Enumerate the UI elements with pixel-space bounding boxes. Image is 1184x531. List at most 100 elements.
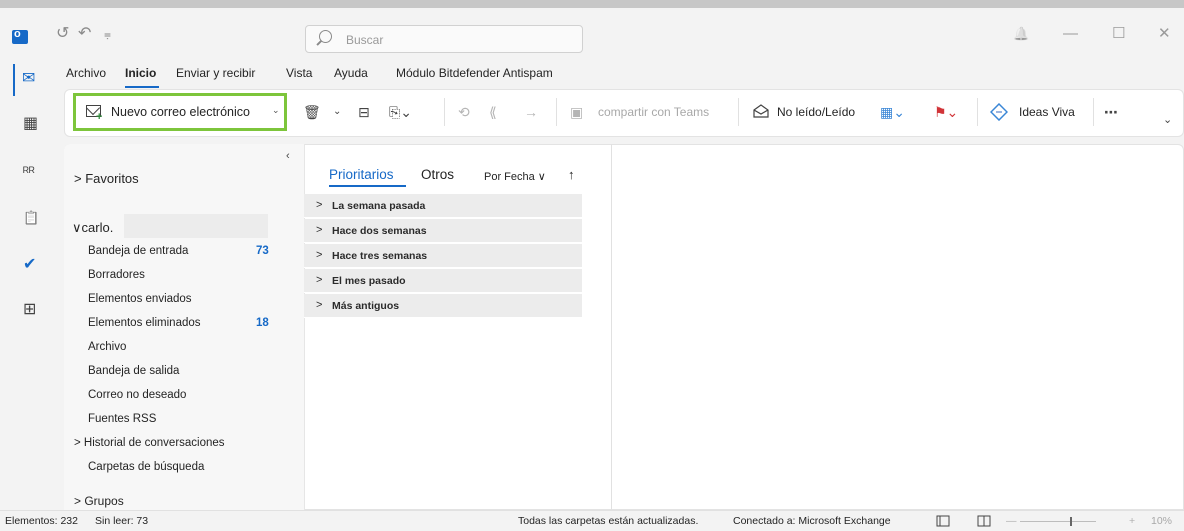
tab-other[interactable]: Otros [421, 167, 454, 182]
more-apps-icon[interactable]: ⊞ [23, 301, 36, 319]
message-group[interactable]: > El mes pasado [304, 269, 582, 293]
maximize-button[interactable]: ☐ [1112, 24, 1125, 44]
message-group-label: Más antiguos [332, 300, 400, 312]
zoom-slider-track[interactable] [1020, 521, 1096, 522]
teams-icon[interactable]: ▣ [570, 104, 583, 120]
folder-drafts[interactable]: Borradores [88, 269, 145, 281]
chevron-right-icon: > [316, 224, 323, 236]
calendar-icon[interactable]: ▦ [23, 115, 38, 133]
zoom-out-button[interactable]: — [1006, 515, 1017, 527]
expand-ribbon-icon[interactable]: ⌄ [1163, 112, 1172, 128]
more-options-icon[interactable]: ⋯ [1104, 104, 1118, 120]
viva-insights-button[interactable]: Ideas Viva [1019, 104, 1075, 120]
folder-outbox[interactable]: Bandeja de salida [88, 365, 179, 377]
folder-inbox[interactable]: Bandeja de entrada [88, 245, 188, 257]
read-unread-icon[interactable] [752, 103, 770, 119]
close-button[interactable]: ✕ [1158, 24, 1171, 44]
message-group-label: Hace dos semanas [332, 225, 427, 237]
folder-conversation-history[interactable]: > Historial de conversaciones [74, 437, 225, 449]
delete-icon[interactable]: 🗑 [303, 104, 321, 120]
send-receive-icon[interactable]: ↺ [56, 24, 69, 44]
zoom-slider-handle[interactable] [1070, 517, 1072, 526]
search-icon [319, 30, 332, 43]
inbox-unread-count: 73 [256, 245, 269, 257]
ribbon-separator [1093, 98, 1094, 126]
tab-enviar-recibir[interactable]: Enviar y recibir [176, 66, 255, 80]
zoom-level: 10% [1151, 515, 1173, 527]
plus-icon: + [96, 111, 103, 123]
folder-search-folders[interactable]: Carpetas de búsqueda [88, 461, 204, 473]
normal-view-icon[interactable] [936, 515, 950, 527]
message-group-label: Hace tres semanas [332, 250, 428, 262]
mail-icon[interactable]: ✉ [22, 70, 35, 88]
undo-icon[interactable]: ↶ [78, 24, 91, 44]
status-bar: Elementos: 232 Sin leer: 73 Todas las ca… [0, 510, 1184, 531]
tab-ayuda[interactable]: Ayuda [334, 66, 368, 80]
ribbon-separator [738, 98, 739, 126]
tab-focused[interactable]: Prioritarios [329, 167, 394, 182]
customize-toolbar-icon[interactable]: ⩦ [104, 24, 111, 44]
account-name-redaction [124, 214, 268, 238]
folder-sent[interactable]: Elementos enviados [88, 293, 192, 305]
ribbon-separator [556, 98, 557, 126]
sort-dropdown[interactable]: Por Fecha ∨ [484, 170, 546, 183]
bell-icon[interactable]: 🔔 [1013, 24, 1029, 44]
ribbon-separator [977, 98, 978, 126]
status-sync: Todas las carpetas están actualizadas. [518, 515, 699, 527]
tab-vista[interactable]: Vista [286, 66, 312, 80]
groups-header[interactable]: > Grupos [74, 494, 124, 508]
new-mail-label: Nuevo correo electrónico [111, 105, 250, 119]
chevron-right-icon: > [316, 274, 323, 286]
tab-archivo[interactable]: Archivo [66, 66, 106, 80]
chevron-right-icon: > [316, 249, 323, 261]
move-icon[interactable]: ⎘⌄ [389, 104, 412, 120]
chevron-right-icon: > [316, 199, 323, 211]
message-group-label: La semana pasada [332, 200, 426, 212]
read-unread-button[interactable]: No leído/Leído [777, 104, 855, 120]
reply-icon[interactable]: ⟲ [458, 104, 470, 120]
archive-icon[interactable]: ⊟ [358, 104, 370, 120]
message-group-label: El mes pasado [332, 275, 406, 287]
ribbon-separator [444, 98, 445, 126]
collapse-pane-icon[interactable]: ‹ [286, 150, 290, 162]
folder-rss[interactable]: Fuentes RSS [88, 413, 156, 425]
message-group[interactable]: > La semana pasada [304, 194, 582, 218]
minimize-button[interactable]: — [1063, 24, 1078, 44]
status-connection: Conectado a: Microsoft Exchange [733, 515, 891, 527]
app-bar-selection-indicator [13, 64, 15, 96]
status-unread-count: Sin leer: 73 [95, 515, 149, 527]
tasks-icon[interactable]: 📋 [23, 209, 39, 227]
message-group[interactable]: > Hace tres semanas [304, 244, 582, 268]
share-teams-button[interactable]: compartir con Teams [598, 104, 709, 120]
new-mail-button[interactable]: + Nuevo correo electrónico ⌄ [73, 93, 287, 131]
search-box[interactable]: Buscar [305, 25, 583, 53]
folder-deleted[interactable]: Elementos eliminados [88, 317, 201, 329]
outlook-logo-icon [12, 28, 28, 44]
todo-icon[interactable]: ✔ [23, 256, 36, 274]
delete-dropdown-icon[interactable]: ⌄ [333, 104, 341, 120]
reply-all-icon[interactable]: ⟪ [489, 104, 497, 120]
zoom-in-button[interactable]: + [1129, 515, 1135, 527]
account-header[interactable]: ∨carlo. [72, 220, 113, 236]
forward-icon[interactable]: → [524, 104, 538, 120]
people-icon[interactable]: ᴿᴿ [23, 163, 35, 181]
message-group[interactable]: > Hace dos semanas [304, 219, 582, 243]
folder-archive[interactable]: Archivo [88, 341, 126, 353]
search-placeholder: Buscar [346, 33, 384, 47]
deleted-unread-count: 18 [256, 317, 269, 329]
sort-direction-icon[interactable]: ↑ [568, 167, 575, 182]
chevron-down-icon[interactable]: ⌄ [272, 105, 280, 116]
message-group[interactable]: > Más antiguos [304, 294, 582, 318]
favorites-header[interactable]: > Favoritos [74, 171, 139, 186]
tab-bitdefender[interactable]: Módulo Bitdefender Antispam [396, 66, 553, 80]
reading-view-icon[interactable] [977, 515, 991, 527]
app-bar: ✉ ▦ ᴿᴿ 📋 ✔ ⊞ [0, 60, 52, 510]
active-tab-underline [125, 86, 159, 88]
categorize-icon[interactable]: ▦⌄ [880, 104, 905, 120]
viva-insights-icon[interactable] [990, 103, 1008, 121]
flag-icon[interactable]: ⚑⌄ [934, 104, 958, 120]
title-bar: ↺ ↶ ⩦ Buscar 🔔 — ☐ ✕ [0, 0, 1184, 60]
folder-junk[interactable]: Correo no deseado [88, 389, 186, 401]
focused-tab-underline [329, 185, 406, 187]
tab-inicio[interactable]: Inicio [125, 66, 156, 80]
